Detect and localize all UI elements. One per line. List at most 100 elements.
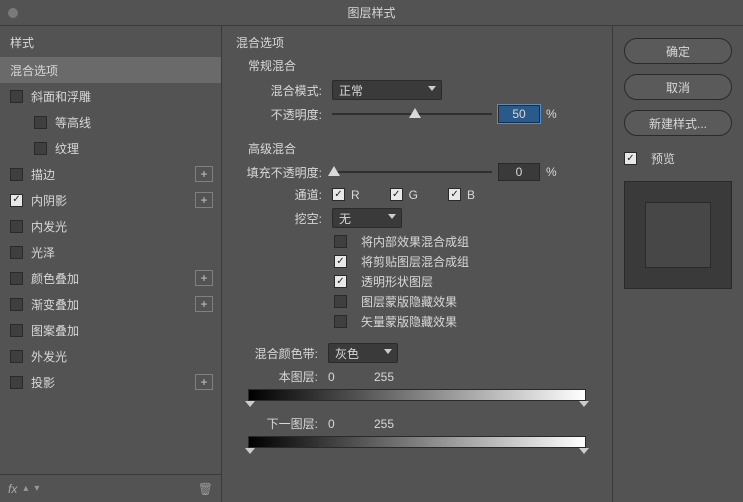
under-layer-label: 下一图层:: [236, 415, 322, 432]
style-checkbox[interactable]: [10, 246, 23, 259]
adv-checkbox[interactable]: [334, 295, 347, 308]
this-layer-ramp[interactable]: [248, 387, 586, 405]
style-item-12[interactable]: 投影+: [0, 369, 221, 395]
pct-label: %: [546, 165, 557, 179]
add-effect-icon[interactable]: +: [195, 192, 213, 208]
knockout-select[interactable]: 无: [332, 208, 402, 228]
style-item-2[interactable]: 等高线: [0, 109, 221, 135]
add-effect-icon[interactable]: +: [195, 270, 213, 286]
channel-b-checkbox[interactable]: B: [448, 188, 475, 202]
actions-panel: 确定 取消 新建样式... 预览: [613, 26, 743, 502]
blendif-select[interactable]: 灰色: [328, 343, 398, 363]
style-checkbox[interactable]: [10, 194, 23, 207]
preview-toggle[interactable]: 预览: [624, 150, 732, 167]
fill-opacity-input[interactable]: 0: [498, 163, 540, 181]
styles-panel: 样式 混合选项斜面和浮雕等高线纹理描边+内阴影+内发光光泽颜色叠加+渐变叠加+图…: [0, 26, 222, 502]
channel-r-checkbox[interactable]: R: [332, 188, 360, 202]
main: 样式 混合选项斜面和浮雕等高线纹理描边+内阴影+内发光光泽颜色叠加+渐变叠加+图…: [0, 26, 743, 502]
adv-checkbox[interactable]: [334, 235, 347, 248]
style-checkbox[interactable]: [10, 220, 23, 233]
fill-opacity-slider[interactable]: [332, 165, 492, 179]
styles-list: 混合选项斜面和浮雕等高线纹理描边+内阴影+内发光光泽颜色叠加+渐变叠加+图案叠加…: [0, 57, 221, 474]
channel-g-checkbox[interactable]: G: [390, 188, 418, 202]
knockout-value: 无: [339, 210, 351, 227]
adv-checkbox[interactable]: [334, 275, 347, 288]
this-lo: 0: [328, 370, 368, 384]
chevron-down-icon: [388, 214, 396, 219]
pct-label: %: [546, 107, 557, 121]
style-checkbox[interactable]: [34, 116, 47, 129]
style-label: 描边: [31, 166, 195, 183]
this-layer-label: 本图层:: [236, 368, 322, 385]
opacity-label: 不透明度:: [240, 106, 326, 123]
style-item-9[interactable]: 渐变叠加+: [0, 291, 221, 317]
style-checkbox[interactable]: [10, 376, 23, 389]
opacity-input[interactable]: 50: [498, 105, 540, 123]
chevron-down-icon: [428, 86, 436, 91]
style-label: 内阴影: [31, 192, 195, 209]
group-label: 高级混合: [248, 140, 594, 157]
style-label: 渐变叠加: [31, 296, 195, 313]
style-label: 内发光: [31, 218, 213, 235]
under-hi: 255: [374, 417, 394, 431]
style-label: 投影: [31, 374, 195, 391]
under-layer-ramp[interactable]: [248, 434, 586, 452]
add-effect-icon[interactable]: +: [195, 296, 213, 312]
trash-icon[interactable]: 🗑: [198, 482, 213, 496]
adv-checkbox[interactable]: [334, 255, 347, 268]
ok-button[interactable]: 确定: [624, 38, 732, 64]
style-item-4[interactable]: 描边+: [0, 161, 221, 187]
style-checkbox[interactable]: [10, 90, 23, 103]
adv-label: 矢量蒙版隐藏效果: [361, 313, 457, 330]
style-label: 等高线: [55, 114, 213, 131]
channels-label: 通道:: [240, 186, 326, 203]
styles-footer: fx ▴ ▾ 🗑: [0, 474, 221, 502]
styles-header: 样式: [0, 26, 221, 57]
style-checkbox[interactable]: [10, 324, 23, 337]
chevron-down-icon: [384, 349, 392, 354]
preview-checkbox[interactable]: [624, 152, 637, 165]
style-checkbox[interactable]: [10, 298, 23, 311]
style-item-11[interactable]: 外发光: [0, 343, 221, 369]
under-lo: 0: [328, 417, 368, 431]
style-checkbox[interactable]: [10, 272, 23, 285]
style-label: 光泽: [31, 244, 213, 261]
preview-label: 预览: [651, 150, 675, 167]
adv-option-4[interactable]: 矢量蒙版隐藏效果: [334, 313, 594, 330]
adv-option-3[interactable]: 图层蒙版隐藏效果: [334, 293, 594, 310]
style-item-5[interactable]: 内阴影+: [0, 187, 221, 213]
adv-option-2[interactable]: 透明形状图层: [334, 273, 594, 290]
this-hi: 255: [374, 370, 394, 384]
style-label: 外发光: [31, 348, 213, 365]
blend-mode-value: 正常: [339, 82, 363, 99]
style-item-6[interactable]: 内发光: [0, 213, 221, 239]
fx-icon[interactable]: fx: [8, 482, 17, 496]
style-item-3[interactable]: 纹理: [0, 135, 221, 161]
style-checkbox[interactable]: [10, 350, 23, 363]
style-item-7[interactable]: 光泽: [0, 239, 221, 265]
style-item-8[interactable]: 颜色叠加+: [0, 265, 221, 291]
style-item-0[interactable]: 混合选项: [0, 57, 221, 83]
style-item-1[interactable]: 斜面和浮雕: [0, 83, 221, 109]
blend-mode-select[interactable]: 正常: [332, 80, 442, 100]
style-checkbox[interactable]: [10, 168, 23, 181]
new-style-button[interactable]: 新建样式...: [624, 110, 732, 136]
add-effect-icon[interactable]: +: [195, 166, 213, 182]
cancel-button[interactable]: 取消: [624, 74, 732, 100]
knockout-label: 挖空:: [240, 210, 326, 227]
adv-option-0[interactable]: 将内部效果混合成组: [334, 233, 594, 250]
style-checkbox[interactable]: [34, 142, 47, 155]
add-effect-icon[interactable]: +: [195, 374, 213, 390]
arrow-down-icon[interactable]: ▾: [34, 483, 39, 494]
arrow-up-icon[interactable]: ▴: [23, 483, 28, 494]
style-label: 混合选项: [10, 62, 213, 79]
opacity-slider[interactable]: [332, 107, 492, 121]
options-panel: 混合选项 常规混合 混合模式: 正常 不透明度: 50 % 高级混合: [222, 26, 613, 502]
general-blend-group: 常规混合 混合模式: 正常 不透明度: 50 %: [236, 55, 598, 130]
adv-checkbox[interactable]: [334, 315, 347, 328]
advanced-blend-group: 高级混合 填充不透明度: 0 % 通道: R G B 挖空: 无: [236, 138, 598, 335]
window-control-icon[interactable]: [8, 8, 18, 18]
style-item-10[interactable]: 图案叠加: [0, 317, 221, 343]
fill-opacity-label: 填充不透明度:: [240, 164, 326, 181]
adv-option-1[interactable]: 将剪贴图层混合成组: [334, 253, 594, 270]
